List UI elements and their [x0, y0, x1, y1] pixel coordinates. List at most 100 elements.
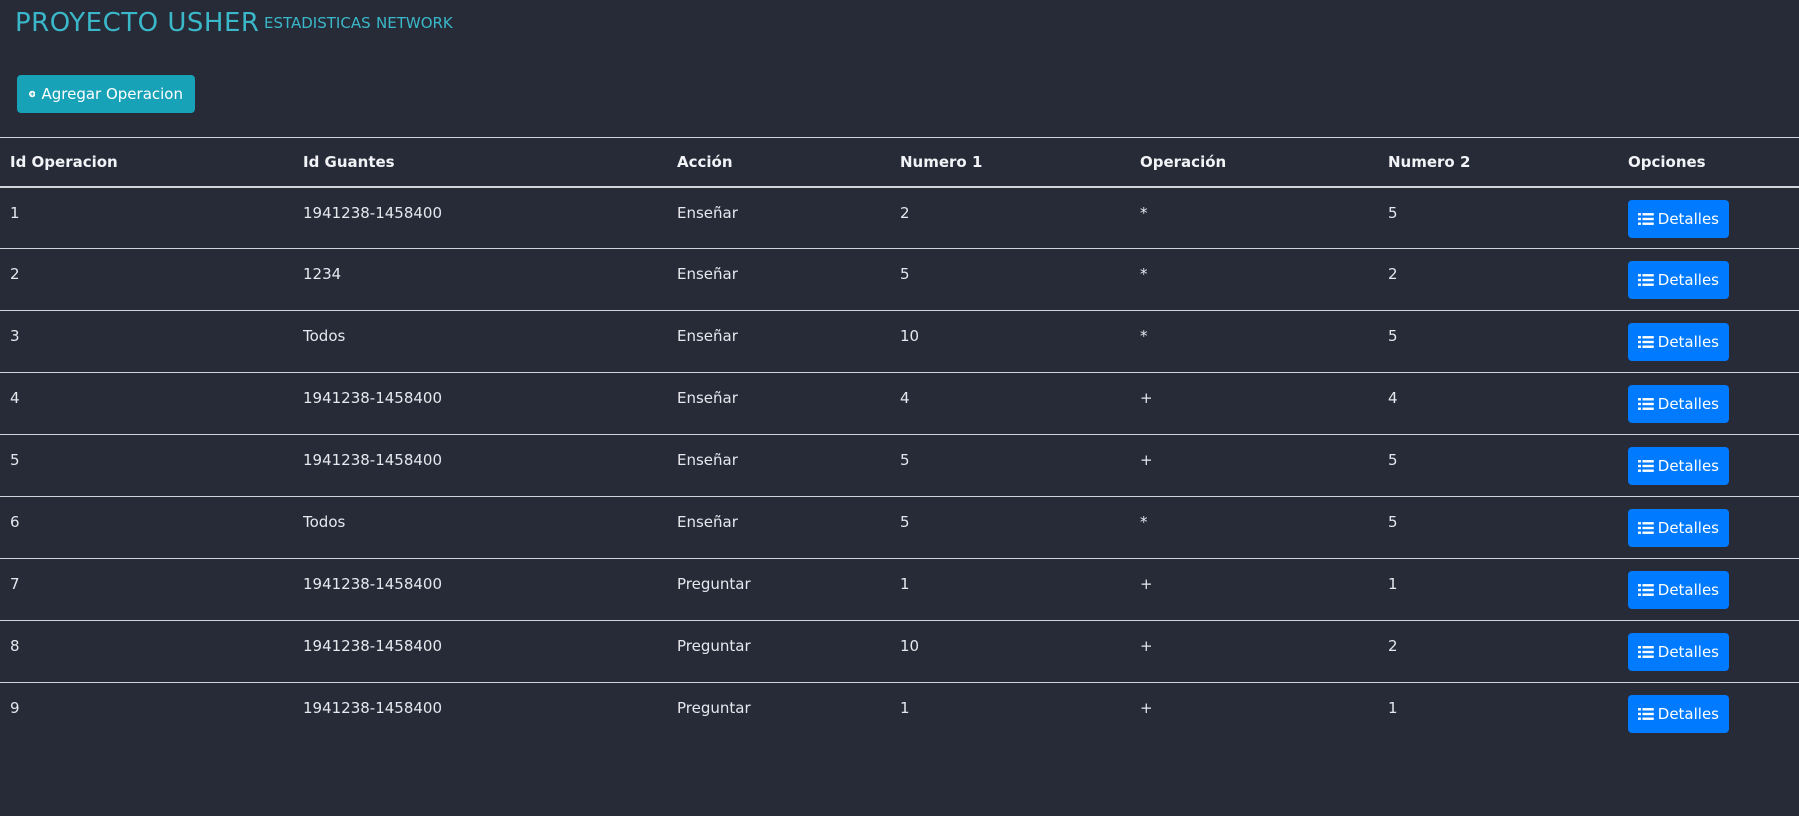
nav-link-estadisticas[interactable]: ESTADISTICAS — [264, 14, 371, 32]
opciones-cell: Detalles — [1618, 435, 1799, 497]
list-icon — [1638, 584, 1654, 596]
table-row: 9 1941238-1458400 Preguntar 1 +1 Detalles — [0, 683, 1799, 745]
details-label: Detalles — [1657, 581, 1719, 599]
numero-2-cell: 4 — [1388, 389, 1398, 407]
navbar: PROYECTO USHER ESTADISTICAS NETWORK — [0, 0, 1799, 48]
column-header: Numero 1 — [900, 152, 983, 171]
id-operacion-cell: 3 — [10, 327, 20, 345]
details-label: Detalles — [1657, 333, 1719, 351]
numero-2-cell: 5 — [1388, 451, 1398, 469]
list-icon — [1638, 460, 1654, 472]
details-label: Detalles — [1657, 457, 1719, 475]
opciones-cell: Detalles — [1618, 497, 1799, 559]
accion-cell: Enseñar — [677, 265, 738, 283]
operations-table: Id Operacion Id Guantes Acción Numero 1 Oper… — [0, 137, 1799, 745]
details-button[interactable]: Detalles — [1628, 385, 1729, 423]
operacion-cell: + — [1140, 699, 1153, 717]
numero-1-cell: 10 — [900, 327, 920, 345]
details-button[interactable]: Detalles — [1628, 633, 1729, 671]
table-row: 1 1941238-1458400 Enseñar 2 * 5 Detalles — [0, 187, 1799, 249]
numero-1-cell: 1 — [900, 699, 910, 717]
opciones-cell: Detalles — [1618, 559, 1799, 621]
operacion-cell: + — [1140, 637, 1153, 655]
details-button[interactable]: Detalles — [1628, 323, 1729, 361]
numero-2-cell: 2 — [1388, 265, 1398, 283]
details-button[interactable]: Detalles — [1628, 199, 1729, 238]
add-operation-label: Agregar Operacion — [41, 85, 183, 103]
accion-cell: Enseñar — [677, 389, 738, 407]
column-header: Numero 2 — [1388, 152, 1471, 171]
table-row: 7 1941238-1458400 Preguntar 1 +1 Detalles — [0, 559, 1799, 621]
id-operacion-cell: 4 — [10, 389, 20, 407]
operacion-cell: * — [1140, 513, 1148, 531]
numero-1-cell: 5 — [900, 265, 910, 283]
details-label: Detalles — [1657, 643, 1719, 661]
id-operacion-cell: 8 — [10, 637, 20, 655]
id-guantes-cell: 1941238-1458400 — [303, 451, 443, 469]
list-icon — [1638, 336, 1654, 348]
id-operacion-cell: 2 — [10, 265, 20, 283]
id-guantes-cell: Todos — [303, 327, 346, 345]
id-operacion-cell: 1 — [10, 203, 20, 222]
table-row: 4 1941238-1458400 Enseñar 4 +4 Detalles — [0, 373, 1799, 435]
column-header: Acción — [677, 152, 733, 171]
numero-2-cell: 1 — [1388, 699, 1398, 717]
details-label: Detalles — [1657, 395, 1719, 413]
table-row: 2 1234 Enseñar 5 * 2 Detalles — [0, 249, 1799, 311]
accion-cell: Enseñar — [677, 203, 738, 222]
numero-2-cell: 1 — [1388, 575, 1398, 593]
operacion-cell: + — [1140, 389, 1153, 407]
opciones-cell: Detalles — [1618, 621, 1799, 683]
details-label: Detalles — [1657, 209, 1719, 228]
id-guantes-cell: 1941238-1458400 — [303, 389, 443, 407]
id-operacion-cell: 7 — [10, 575, 20, 593]
column-header: Id Guantes — [303, 152, 395, 171]
table-row: 3 Todos Enseñar 10 * 5 Detalles — [0, 311, 1799, 373]
list-icon — [1638, 708, 1654, 720]
opciones-cell: Detalles — [1618, 373, 1799, 435]
table-row: 6 Todos Enseñar 5 * 5 Detalles — [0, 497, 1799, 559]
id-guantes-cell: Todos — [303, 513, 346, 531]
accion-cell: Enseñar — [677, 451, 738, 469]
opciones-cell: Detalles — [1618, 187, 1799, 249]
details-button[interactable]: Detalles — [1628, 261, 1729, 299]
list-icon — [1638, 398, 1654, 410]
accion-cell: Preguntar — [677, 699, 751, 717]
column-header: Id Operacion — [10, 152, 118, 171]
numero-2-cell: 2 — [1388, 637, 1398, 655]
details-button[interactable]: Detalles — [1628, 571, 1729, 609]
numero-1-cell: 1 — [900, 575, 910, 593]
column-header: Operación — [1140, 152, 1227, 171]
operacion-cell: * — [1140, 203, 1148, 222]
add-operation-button[interactable]: Agregar Operacion — [17, 75, 195, 113]
id-guantes-cell: 1941238-1458400 — [303, 203, 443, 222]
list-icon — [1638, 646, 1654, 658]
details-button[interactable]: Detalles — [1628, 509, 1729, 547]
list-icon — [1638, 522, 1654, 534]
numero-1-cell: 2 — [900, 203, 910, 222]
operacion-cell: + — [1140, 451, 1153, 469]
table-header-row: Id Operacion Id Guantes Acción Numero 1 Oper… — [0, 137, 1799, 187]
details-button[interactable]: Detalles — [1628, 695, 1729, 733]
accion-cell: Preguntar — [677, 575, 751, 593]
numero-1-cell: 4 — [900, 389, 910, 407]
opciones-cell: Detalles — [1618, 311, 1799, 373]
numero-2-cell: 5 — [1388, 327, 1398, 345]
id-operacion-cell: 6 — [10, 513, 20, 531]
brand-title[interactable]: PROYECTO USHER — [15, 8, 259, 38]
accion-cell: Enseñar — [677, 327, 738, 345]
details-label: Detalles — [1657, 519, 1719, 537]
details-label: Detalles — [1657, 705, 1719, 723]
id-operacion-cell: 5 — [10, 451, 20, 469]
column-header: Opciones — [1628, 152, 1706, 171]
accion-cell: Enseñar — [677, 513, 738, 531]
table-row: 8 1941238-1458400 Preguntar 10 +2 Detalles — [0, 621, 1799, 683]
numero-1-cell: 5 — [900, 451, 910, 469]
numero-2-cell: 5 — [1388, 513, 1398, 531]
nav-link-network[interactable]: NETWORK — [376, 14, 453, 32]
details-button[interactable]: Detalles — [1628, 447, 1729, 485]
id-guantes-cell: 1234 — [303, 265, 342, 283]
numero-1-cell: 10 — [900, 637, 920, 655]
operacion-cell: + — [1140, 575, 1153, 593]
opciones-cell: Detalles — [1618, 683, 1799, 745]
